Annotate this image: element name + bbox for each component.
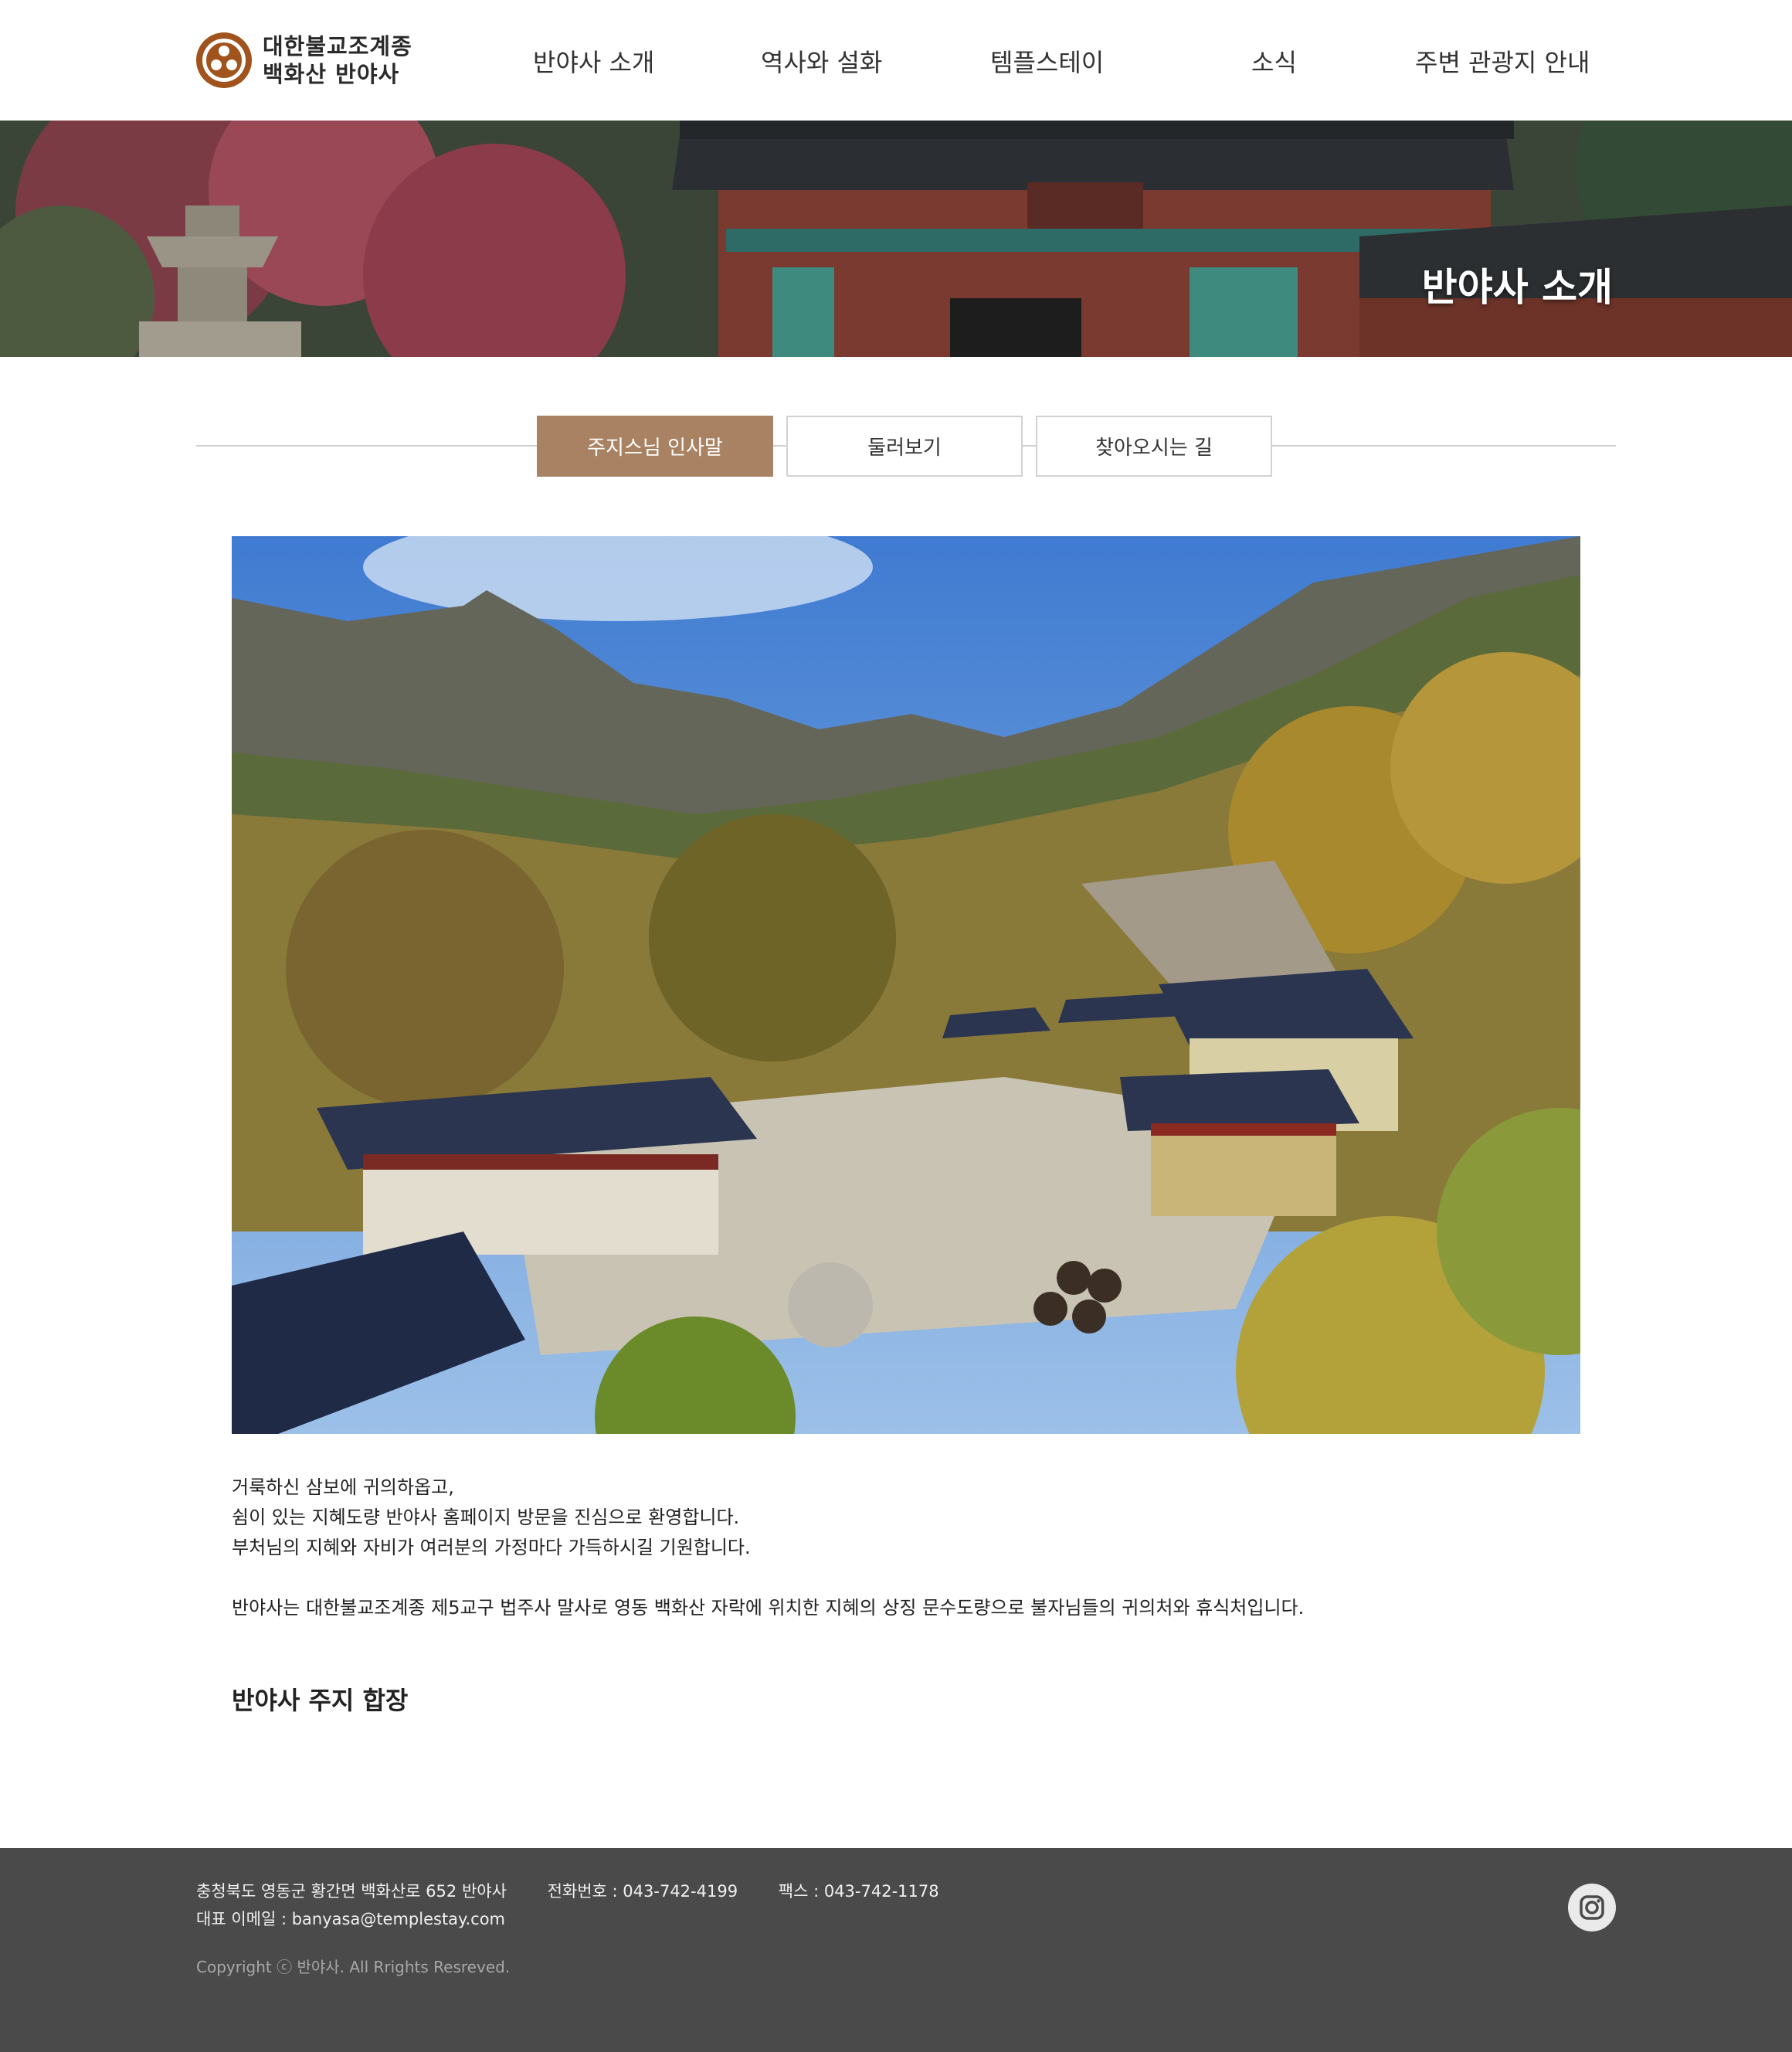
nav-item-tourism[interactable]: 주변 관광지 안내 [1415, 43, 1590, 79]
greeting-line: 반야사는 대한불교조계종 제5교구 법주사 말사로 영동 백화산 자락에 위치한… [232, 1597, 1305, 1619]
footer-address: 충청북도 영동군 황간면 백화산로 652 반야사 [196, 1882, 507, 1901]
footer-fax: 팩스 : 043-742-1178 [778, 1882, 939, 1901]
footer-copyright: Copyright ⓒ 반야사. All Rrights Resreved. [196, 1958, 511, 1976]
logo-text: 대한불교조계종 백화산 반야사 [263, 32, 412, 88]
footer-phone: 전화번호 : 043-742-4199 [547, 1882, 738, 1901]
nav-item-history[interactable]: 역사와 설화 [761, 43, 882, 79]
instagram-icon[interactable] [1568, 1884, 1616, 1931]
logo-emblem-icon [196, 32, 252, 88]
nav-item-templestay[interactable]: 템플스테이 [990, 43, 1104, 79]
site-logo[interactable]: 대한불교조계종 백화산 반야사 [196, 31, 412, 90]
logo-line-2: 백화산 반야사 [263, 61, 400, 87]
hero-title: 반야사 소개 [1421, 265, 1613, 310]
main-nav: 반야사 소개 역사와 설화 템플스테이 소식 주변 관광지 안내 [479, 43, 1614, 82]
tab-directions[interactable]: 찾아오시는 길 [1036, 416, 1272, 477]
footer-contact-row: 충청북도 영동군 황간면 백화산로 652 반야사 전화번호 : 043-742… [196, 1879, 975, 1902]
hero-banner: 반야사 소개 [0, 121, 1792, 357]
temple-landscape-photo [232, 536, 1580, 1434]
greeting-line: 부처님의 지혜와 자비가 여러분의 가정마다 가득하시길 기원합니다. [232, 1537, 751, 1558]
greeting-message: 거룩하신 삼보에 귀의하옵고, 쉼이 있는 지혜도량 반야사 홈페이지 방문을 … [232, 1473, 1580, 1623]
greeting-line: 거룩하신 삼보에 귀의하옵고, [232, 1476, 454, 1498]
abbot-signature: 반야사 주지 합장 [232, 1686, 409, 1715]
greeting-line: 쉼이 있는 지혜도량 반야사 홈페이지 방문을 진심으로 환영합니다. [232, 1507, 740, 1528]
site-footer: 충청북도 영동군 황간면 백화산로 652 반야사 전화번호 : 043-742… [0, 1848, 1792, 2052]
hero-temple-image [0, 121, 1792, 357]
nav-item-news[interactable]: 소식 [1251, 43, 1297, 79]
tab-tour[interactable]: 둘러보기 [786, 416, 1023, 477]
logo-line-1: 대한불교조계종 [263, 33, 412, 59]
site-header: 대한불교조계종 백화산 반야사 반야사 소개 역사와 설화 템플스테이 소식 주… [0, 0, 1792, 121]
footer-email: 대표 이메일 : banyasa@templestay.com [196, 1910, 506, 1928]
nav-item-intro[interactable]: 반야사 소개 [533, 43, 654, 79]
tab-greeting[interactable]: 주지스님 인사말 [537, 416, 773, 477]
